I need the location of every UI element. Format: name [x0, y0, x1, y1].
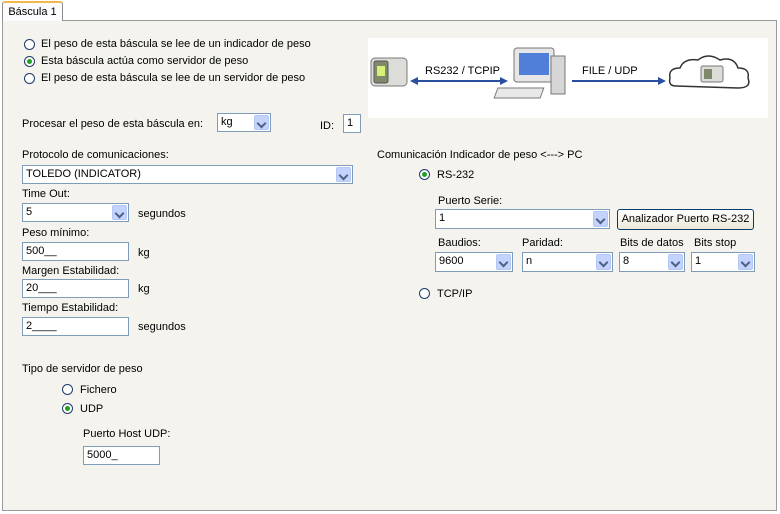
right-arrow-icon [572, 77, 666, 85]
left-arrow-icon [410, 77, 508, 85]
databits-label: Bits de datos [620, 237, 684, 249]
chevron-down-icon[interactable] [668, 254, 683, 270]
id-field[interactable]: 1 [343, 114, 361, 133]
chevron-down-icon[interactable] [593, 211, 608, 227]
diagram-left-label: RS232 / TCPIP [425, 65, 500, 77]
udp-port-label: Puerto Host UDP: [83, 428, 171, 440]
udp-port-value: 5000_ [87, 449, 118, 461]
databits-value: 8 [623, 255, 630, 267]
chevron-down-icon[interactable] [738, 254, 753, 270]
timeout-select-value: 5 [26, 206, 33, 218]
serial-port-label: Puerto Serie: [438, 195, 503, 207]
radio-tcpip[interactable] [419, 288, 430, 299]
stability-margin-value: 20___ [26, 282, 57, 294]
timeout-label: Time Out: [22, 188, 70, 200]
radio-rs232[interactable] [419, 169, 430, 180]
baud-select[interactable]: 9600 [435, 252, 513, 272]
protocol-select[interactable]: TOLEDO (INDICATOR) [22, 165, 353, 184]
stability-time-field[interactable]: 2____ [22, 317, 129, 336]
databits-select[interactable]: 8 [619, 252, 685, 272]
radio-server-label: Esta báscula actúa como servidor de peso [41, 55, 249, 67]
stopbits-select[interactable]: 1 [691, 252, 755, 272]
tab-bascula-1[interactable]: Báscula 1 [2, 1, 63, 21]
radio-fichero-label: Fichero [80, 384, 117, 396]
stability-margin-unit: kg [138, 283, 150, 295]
radio-server[interactable] [24, 56, 35, 67]
baud-value: 9600 [439, 255, 464, 267]
stability-margin-label: Margen Estabilidad: [22, 265, 120, 277]
protocol-label: Protocolo de comunicaciones: [22, 149, 169, 161]
indicator-device-icon [370, 57, 408, 87]
stability-time-value: 2____ [26, 320, 57, 332]
min-weight-unit: kg [138, 247, 150, 259]
stopbits-label: Bits stop [694, 237, 737, 249]
radio-rs232-label: RS-232 [437, 169, 475, 181]
min-weight-value: 500__ [26, 245, 57, 257]
diagram-right-label: FILE / UDP [582, 65, 638, 77]
connection-diagram-svg [370, 47, 750, 99]
stability-time-unit: segundos [138, 321, 186, 333]
unit-select[interactable]: kg [217, 113, 271, 132]
chevron-down-icon[interactable] [336, 167, 351, 182]
serial-port-value: 1 [439, 212, 446, 224]
parity-select[interactable]: n [522, 252, 613, 272]
tab-label: Báscula 1 [8, 6, 57, 18]
radio-from-server-label: El peso de esta báscula se lee de un ser… [41, 72, 306, 84]
min-weight-field[interactable]: 500__ [22, 242, 129, 261]
radio-udp[interactable] [62, 403, 73, 414]
process-label: Procesar el peso de esta báscula en: [22, 118, 204, 130]
computer-icon [493, 47, 566, 99]
chevron-down-icon[interactable] [112, 205, 127, 220]
stopbits-value: 1 [695, 255, 702, 267]
id-label: ID: [320, 120, 335, 132]
radio-indicator[interactable] [24, 39, 35, 50]
timeout-unit: segundos [138, 208, 186, 220]
timeout-select[interactable]: 5 [22, 203, 129, 222]
protocol-select-value: TOLEDO (INDICATOR) [26, 168, 141, 180]
serial-port-select[interactable]: 1 [435, 209, 610, 229]
server-type-label: Tipo de servidor de peso [22, 363, 143, 375]
radio-fichero[interactable] [62, 384, 73, 395]
chevron-down-icon[interactable] [496, 254, 511, 270]
connection-diagram: RS232 / TCPIP FILE / UDP [368, 38, 768, 118]
cloud-icon [668, 55, 750, 89]
radio-tcpip-label: TCP/IP [437, 288, 473, 300]
analyzer-button[interactable]: Analizador Puerto RS-232 [617, 209, 754, 230]
radio-indicator-label: El peso de esta báscula se lee de un ind… [41, 38, 311, 50]
parity-label: Paridad: [522, 237, 563, 249]
radio-from-server[interactable] [24, 73, 35, 84]
chevron-down-icon[interactable] [254, 115, 269, 130]
baud-label: Baudios: [438, 237, 481, 249]
parity-value: n [526, 255, 533, 267]
unit-select-value: kg [221, 116, 233, 128]
min-weight-label: Peso mínimo: [22, 227, 90, 239]
comm-label: Comunicación Indicador de peso <---> PC [377, 149, 583, 161]
stability-time-label: Tiempo Estabilidad: [22, 302, 119, 314]
radio-udp-label: UDP [80, 403, 104, 415]
udp-port-field[interactable]: 5000_ [83, 446, 160, 465]
stability-margin-field[interactable]: 20___ [22, 279, 129, 298]
id-field-value: 1 [347, 117, 354, 129]
chevron-down-icon[interactable] [596, 254, 611, 270]
